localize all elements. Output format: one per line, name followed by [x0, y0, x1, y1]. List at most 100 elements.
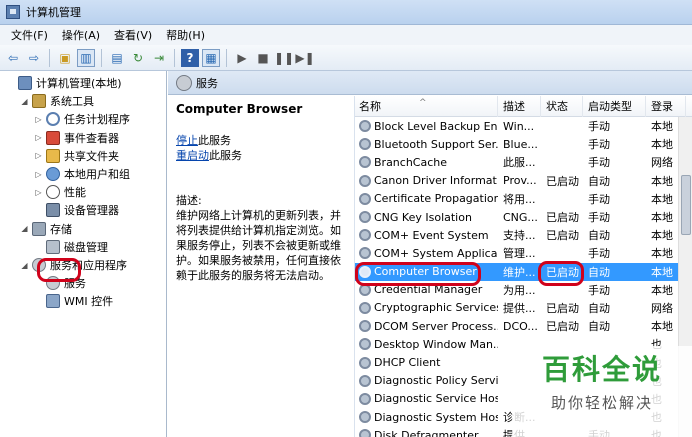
menu-help[interactable]: 帮助(H) [159, 27, 212, 43]
scrollbar-thumb[interactable] [681, 175, 691, 235]
tree-item[interactable]: 服务 [34, 274, 86, 292]
column-name[interactable]: 名称 ^ [355, 96, 498, 117]
service-description: DCO... [503, 319, 538, 333]
table-row[interactable]: BranchCache 此服... 手动 网络 [355, 153, 692, 171]
show-action-pane-icon[interactable]: ▦ [202, 48, 220, 67]
show-hide-tree-icon[interactable]: ▥ [77, 48, 95, 67]
service-name-text: Diagnostic Service Host [374, 392, 498, 406]
service-name-text: BranchCache [374, 155, 448, 169]
tree-item[interactable]: 设备管理器 [34, 201, 119, 219]
expander-icon[interactable]: ▷ [34, 151, 43, 160]
expander-icon[interactable]: ▷ [34, 115, 43, 124]
forward-icon[interactable]: ⇨ [25, 49, 43, 67]
menu-bar: 文件(F) 操作(A) 查看(V) 帮助(H) [0, 25, 692, 45]
service-name-text: Desktop Window Man... [374, 337, 498, 351]
table-row[interactable]: COM+ System Applica... 管理... 手动 本地 [355, 244, 692, 262]
watermark: 百科全说 助你轻松解决 [512, 346, 692, 437]
menu-view[interactable]: 查看(V) [107, 27, 159, 43]
table-row[interactable]: CNG Key Isolation CNG... 已启动 手动 本地 [355, 208, 692, 226]
gear-icon [359, 120, 371, 133]
up-folder-icon[interactable]: ▣ [56, 49, 74, 67]
tree-item-label: 性能 [64, 186, 86, 200]
service-title: Computer Browser [176, 102, 303, 116]
window-title: 计算机管理 [26, 6, 81, 19]
table-row[interactable]: DCOM Server Process... DCO... 已启动 自动 本地 [355, 317, 692, 335]
stop-service-link[interactable]: 停止 [176, 134, 198, 147]
tree-item[interactable]: ▷ 共享文件夹 [34, 147, 119, 165]
export-list-icon[interactable]: ⇥ [150, 49, 168, 67]
service-name-text: Diagnostic Policy Servi... [374, 374, 498, 388]
service-description: 为用... [503, 283, 536, 297]
expander-icon[interactable]: ◢ [20, 261, 29, 270]
expander-icon[interactable]: ▷ [34, 170, 43, 179]
gear-icon [359, 265, 371, 278]
stop-service-icon[interactable]: ■ [254, 49, 272, 67]
gear-icon [359, 247, 371, 260]
column-description[interactable]: 描述 [498, 96, 541, 117]
tree-item-label: 计算机管理(本地) [36, 77, 122, 90]
service-name-text: Bluetooth Support Ser... [374, 137, 498, 151]
gear-icon [359, 429, 371, 437]
column-status[interactable]: 状态 [541, 96, 583, 117]
tree-item[interactable]: ◢ 系统工具 [20, 92, 94, 110]
menu-action[interactable]: 操作(A) [55, 27, 107, 43]
restart-service-link[interactable]: 重启动 [176, 149, 209, 162]
table-row[interactable]: COM+ Event System 支持... 已启动 自动 本地 [355, 226, 692, 244]
tree-item[interactable]: ▷ 事件查看器 [34, 129, 119, 147]
service-name: COM+ Event System [355, 229, 498, 242]
expander-icon[interactable]: ▷ [34, 188, 43, 197]
start-service-icon[interactable]: ▶ [233, 49, 251, 67]
gear-icon [359, 211, 371, 224]
gear-icon [359, 356, 371, 369]
service-name: Diagnostic System Host [355, 411, 498, 424]
tree-item[interactable]: ◢ 服务和应用程序 [20, 256, 127, 274]
table-row[interactable]: Canon Driver Informat... Prov... 已启动 自动 本地 [355, 172, 692, 190]
service-startup-type: 自动 [588, 265, 610, 279]
performance-icon [46, 185, 60, 200]
back-icon[interactable]: ⇦ [4, 49, 22, 67]
service-name: DHCP Client [355, 356, 498, 369]
tree-item[interactable]: ◢ 存储 [20, 220, 72, 238]
service-name: Disk Defragmenter [355, 429, 498, 437]
stop-suffix: 此服务 [198, 134, 231, 147]
computer-management-icon [6, 5, 20, 19]
table-row[interactable]: Bluetooth Support Ser... Blue... 手动 本地 [355, 135, 692, 153]
service-name-text: Diagnostic System Host [374, 410, 498, 424]
table-row[interactable]: Cryptographic Services 提供... 已启动 自动 网络 [355, 299, 692, 317]
tree-item[interactable]: ▷ 本地用户和组 [34, 165, 130, 183]
services-icon [176, 74, 192, 91]
refresh-icon[interactable]: ↻ [129, 49, 147, 67]
gear-icon [359, 338, 371, 351]
clock-icon [46, 112, 60, 127]
column-logon[interactable]: 登录 [646, 96, 686, 117]
pause-service-icon[interactable]: ❚❚ [274, 49, 294, 67]
table-row[interactable]: Credential Manager 为用... 手动 本地 [355, 281, 692, 299]
expander-icon[interactable]: ◢ [20, 97, 29, 106]
gear-icon [359, 174, 371, 187]
gear-icon [359, 283, 371, 296]
expander-icon[interactable]: ◢ [20, 224, 29, 233]
service-name-text: CNG Key Isolation [374, 210, 472, 224]
toolbar: ⇦ ⇨ ▣ ▥ ▤ ↻ ⇥ ? ▦ ▶ ■ ❚❚ ▶❚ [0, 45, 692, 71]
properties-icon[interactable]: ▤ [108, 49, 126, 67]
service-name: BranchCache [355, 156, 498, 169]
tree-item[interactable]: 磁盘管理 [34, 238, 108, 256]
table-row[interactable]: Computer Browser 维护... 已启动 自动 本地 [355, 262, 692, 281]
tree-item-label: 系统工具 [50, 95, 94, 109]
tree-item[interactable]: WMI 控件 [34, 292, 113, 310]
service-name-text: Certificate Propagation [374, 192, 498, 206]
service-name: Desktop Window Man... [355, 338, 498, 351]
service-name-text: COM+ Event System [374, 228, 489, 242]
column-startup-type[interactable]: 启动类型 [583, 96, 646, 117]
tree-item-label: 本地用户和组 [64, 168, 130, 181]
menu-file[interactable]: 文件(F) [4, 27, 55, 43]
table-row[interactable]: Certificate Propagation 将用... 手动 本地 [355, 190, 692, 208]
help-icon[interactable]: ? [181, 48, 199, 67]
restart-service-icon[interactable]: ▶❚ [295, 49, 314, 67]
tree-item[interactable]: ▷ 性能 [34, 183, 86, 201]
tree-item[interactable]: ▷ 任务计划程序 [34, 110, 130, 128]
tree-item[interactable]: 计算机管理(本地) [6, 74, 122, 92]
table-row[interactable]: Block Level Backup En... Win... 手动 本地 [355, 117, 692, 135]
service-name: Cryptographic Services [355, 301, 498, 314]
expander-icon[interactable]: ▷ [34, 133, 43, 142]
